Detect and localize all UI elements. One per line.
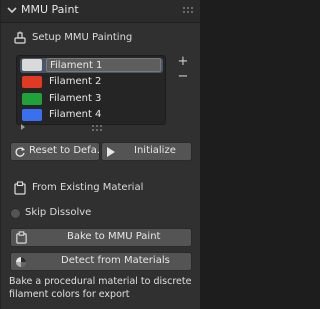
grip-icon[interactable]	[183, 7, 193, 15]
play-icon	[107, 147, 115, 157]
filament-list[interactable]: Filament 1 Filament 2 Filament 3 Filamen…	[16, 55, 166, 125]
detect-label: Detect from Materials	[61, 255, 170, 266]
initialize-button[interactable]: Initialize	[101, 142, 192, 161]
color-swatch[interactable]	[22, 76, 42, 88]
filament-row-1[interactable]: Filament 1	[20, 58, 163, 73]
refresh-icon	[15, 147, 25, 157]
filament-name: Filament 2	[49, 76, 102, 87]
panel-title: MMU Paint	[21, 3, 79, 16]
filament-name-field[interactable]: Filament 2	[46, 75, 161, 89]
filament-name-field[interactable]: Filament 1	[46, 58, 161, 72]
paste-icon	[14, 181, 26, 195]
filament-row-3[interactable]: Filament 3	[20, 92, 163, 107]
bake-to-mmu-paint-button[interactable]: Bake to MMU Paint	[10, 228, 192, 247]
list-resize-grip-icon[interactable]	[92, 125, 102, 133]
color-swatch[interactable]	[22, 93, 42, 105]
panel-header[interactable]: MMU Paint	[1, 0, 200, 23]
paste-icon	[16, 231, 27, 244]
skip-dissolve-checkbox[interactable]	[10, 208, 21, 219]
filament-name: Filament 3	[49, 93, 102, 104]
reset-label: Reset to Defa...	[29, 145, 107, 156]
reset-to-defaults-button[interactable]: Reset to Defa...	[10, 142, 106, 161]
color-swatch[interactable]	[22, 59, 42, 71]
setup-label: Setup MMU Painting	[32, 32, 133, 43]
description-text: Bake a procedural material to discrete f…	[9, 276, 192, 300]
filament-name-field[interactable]: Filament 3	[46, 92, 161, 106]
brush-icon	[14, 31, 26, 44]
filament-name-field[interactable]: Filament 4	[46, 108, 161, 122]
chevron-down-icon[interactable]	[7, 4, 17, 16]
filament-name: Filament 4	[49, 109, 102, 120]
filter-toggle-icon[interactable]	[20, 124, 26, 130]
material-sphere-icon	[16, 257, 26, 267]
add-filament-button[interactable]: +	[176, 55, 190, 69]
detect-from-materials-button[interactable]: Detect from Materials	[10, 252, 192, 271]
bake-label: Bake to MMU Paint	[67, 231, 161, 242]
mmu-paint-panel: MMU Paint Setup MMU Painting Filament 1 …	[0, 0, 200, 309]
filament-row-4[interactable]: Filament 4	[20, 108, 163, 123]
color-swatch[interactable]	[22, 109, 42, 121]
filament-row-2[interactable]: Filament 2	[20, 75, 163, 90]
initialize-label: Initialize	[134, 145, 176, 156]
filament-name: Filament 1	[50, 60, 103, 71]
remove-filament-button[interactable]: −	[176, 70, 190, 84]
from-material-label: From Existing Material	[32, 182, 144, 193]
skip-dissolve-label[interactable]: Skip Dissolve	[25, 207, 91, 218]
